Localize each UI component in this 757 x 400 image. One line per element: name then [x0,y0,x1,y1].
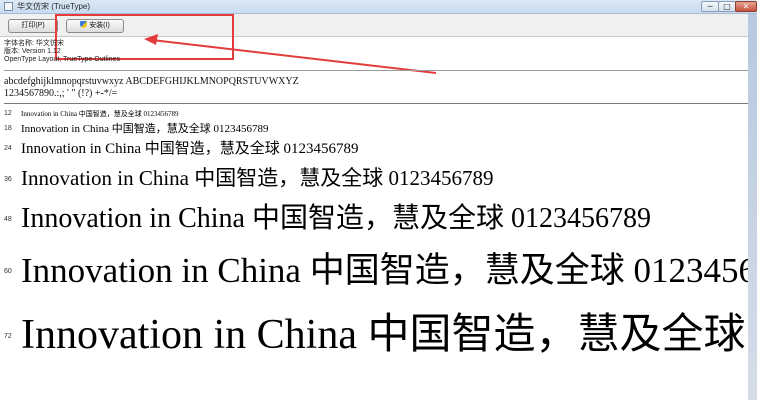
size-label: 36 [4,176,12,183]
sample-text: Innovation in China 中国智造，慧及全球 0123456789 [21,203,651,234]
sample-text: Innovation in China 中国智造，慧及全球 0123456789 [21,141,359,157]
size-label: 60 [4,268,12,275]
size-label: 18 [4,125,12,132]
sample-text: Innovation in China 中国智造，慧及全球 0123456789 [21,312,748,358]
sample-text: Innovation in China 中国智造，慧及全球 0123456789 [21,123,269,135]
sample-text: Innovation in China 中国智造，慧及全球 0123456789 [21,110,179,118]
size-label: 24 [4,145,12,152]
sample-text: Innovation in China 中国智造，慧及全球 0123456789 [21,166,494,190]
size-label: 72 [4,333,12,340]
font-samples: 12 Innovation in China 中国智造，慧及全球 0123456… [0,0,748,400]
sample-text: Innovation in China 中国智造，慧及全球 0123456789 [21,251,748,290]
size-label: 12 [4,110,12,117]
size-label: 48 [4,216,12,223]
